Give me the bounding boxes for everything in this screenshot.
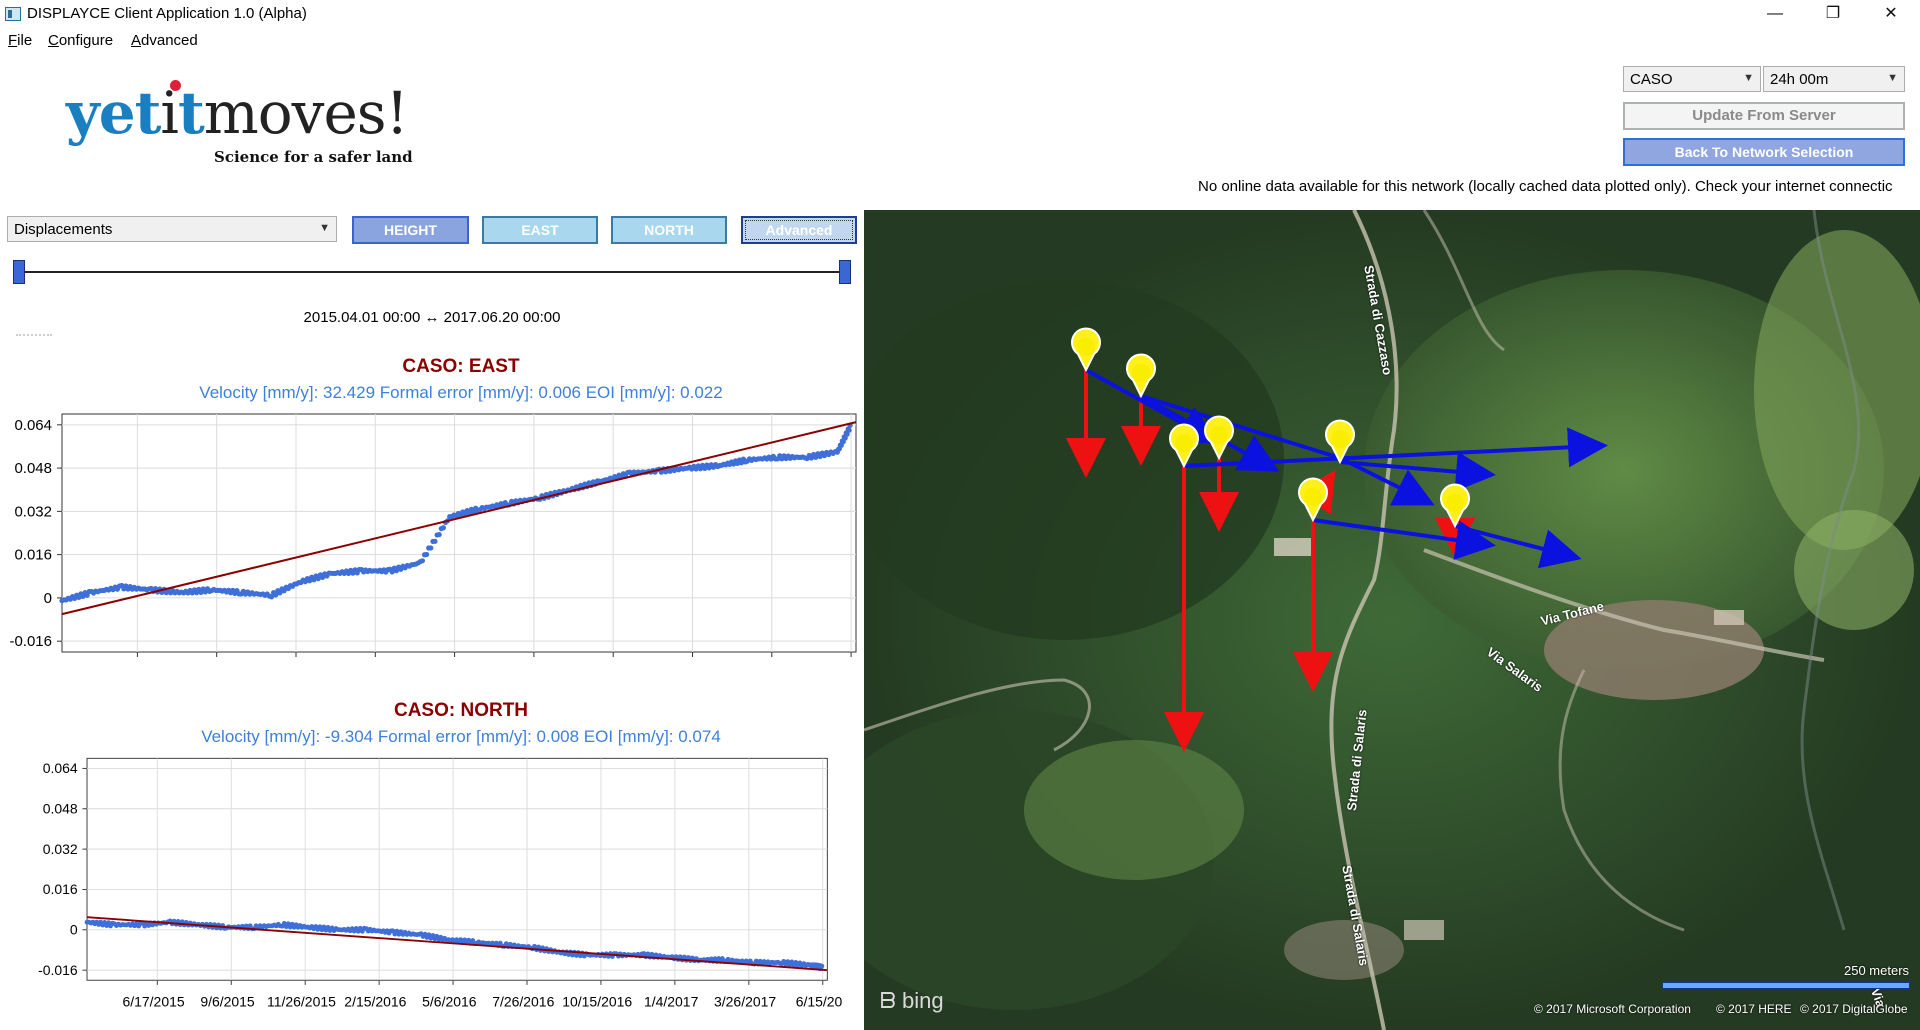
station-select[interactable]: CASO ▼ xyxy=(1623,66,1761,92)
x-tick-label: 10/15/2016 xyxy=(562,993,632,1009)
x-tick-label: 5/6/2016 xyxy=(422,993,477,1009)
logo-tagline: Science for a safer land xyxy=(214,148,413,166)
y-tick-label: 0.016 xyxy=(43,881,78,897)
menu-file-label: ile xyxy=(17,32,33,49)
logo-wordmark: yetitmoves! xyxy=(66,84,409,142)
data-point xyxy=(819,963,825,969)
bing-logo: ᗷ bing xyxy=(880,988,944,1014)
tab-east[interactable]: EAST xyxy=(482,216,598,244)
tab-advanced[interactable]: Advanced xyxy=(741,216,857,244)
scale-bar xyxy=(1662,982,1910,989)
y-tick-label: 0 xyxy=(44,590,52,607)
meadow xyxy=(1024,740,1244,880)
menu-advanced-accel: A xyxy=(131,32,142,49)
x-tick-label: 1/4/2017 xyxy=(644,993,699,1009)
village xyxy=(1284,920,1404,980)
x-tick-label: 7/26/2016 xyxy=(492,993,554,1009)
y-tick-label: 0.064 xyxy=(43,760,78,776)
north-chart-subtitle: Velocity [mm/y]: -9.304 Formal error [mm… xyxy=(201,727,721,746)
title-bar: DISPLAYCE Client Application 1.0 (Alpha)… xyxy=(0,0,1920,28)
window-title: DISPLAYCE Client Application 1.0 (Alpha) xyxy=(27,5,307,22)
period-select-value: 24h 00m xyxy=(1770,71,1829,88)
y-tick-label: 0.064 xyxy=(14,417,52,434)
chevron-down-icon: ▼ xyxy=(1743,72,1754,84)
menu-advanced-label: dvanced xyxy=(141,32,198,49)
y-tick-label: 0.048 xyxy=(14,460,52,477)
view-select[interactable]: Displacements ▼ xyxy=(7,216,337,242)
menu-configure-accel: C xyxy=(48,32,59,49)
x-tick-label: 11/26/2015 xyxy=(267,993,336,1009)
tab-north[interactable]: NORTH xyxy=(611,216,727,244)
maximize-button[interactable]: ❐ xyxy=(1804,0,1862,28)
scale-label: 250 meters xyxy=(1844,963,1910,978)
plot-area xyxy=(86,757,828,981)
logo-part-t: t xyxy=(177,79,205,147)
bing-label: bing xyxy=(902,988,944,1013)
tab-height[interactable]: HEIGHT xyxy=(352,216,469,244)
close-button[interactable]: ✕ xyxy=(1862,0,1920,28)
east-chart: 6/17/20159/6/201511/26/20152/15/20165/6/… xyxy=(9,413,857,657)
copyright-digitalglobe: © 2017 DigitalGlobe xyxy=(1800,1002,1908,1016)
data-point xyxy=(428,545,434,551)
data-point xyxy=(846,427,852,433)
x-tick-label: 2/15/2016 xyxy=(344,993,406,1009)
copyright-here: © 2017 HERE xyxy=(1716,1002,1792,1016)
menu-file[interactable]: File xyxy=(8,32,32,49)
chevron-down-icon: ▼ xyxy=(1887,72,1898,84)
logo-part-yet: yet xyxy=(66,79,161,147)
data-point xyxy=(424,551,430,558)
faint-divider xyxy=(16,334,52,336)
y-tick-label: 0.048 xyxy=(43,800,78,816)
data-point xyxy=(440,525,447,531)
menu-configure-label: onfigure xyxy=(58,32,114,49)
data-point xyxy=(432,538,438,544)
y-tick-label: 0 xyxy=(70,921,78,937)
building xyxy=(1274,538,1314,556)
menu-bar: File Configure Advanced xyxy=(0,28,1920,52)
map-canvas[interactable] xyxy=(864,210,1920,1030)
view-select-value: Displacements xyxy=(14,221,113,238)
x-tick-label: 9/6/2015 xyxy=(200,993,255,1009)
update-from-server-button[interactable]: Update From Server xyxy=(1623,102,1905,130)
yetitmoves-logo: yetitmoves! Science for a safer land xyxy=(66,80,426,174)
data-point xyxy=(419,558,426,564)
y-tick-label: -0.016 xyxy=(9,633,52,650)
date-range-label: 2015.04.01 00:00 ↔ 2017.06.20 00:00 xyxy=(303,309,561,326)
menu-file-accel: F xyxy=(8,32,18,49)
station-select-value: CASO xyxy=(1630,71,1673,88)
menu-advanced[interactable]: Advanced xyxy=(131,32,198,49)
y-tick-label: 0.032 xyxy=(43,841,78,857)
east-chart-subtitle: Velocity [mm/y]: 32.429 Formal error [mm… xyxy=(199,383,723,402)
building xyxy=(1714,610,1744,625)
building xyxy=(1404,920,1444,940)
date-range-end-handle[interactable] xyxy=(839,260,851,284)
copyright-microsoft: © 2017 Microsoft Corporation xyxy=(1534,1002,1691,1016)
chevron-down-icon: ▼ xyxy=(319,222,330,234)
y-tick-label: 0.016 xyxy=(14,547,52,564)
period-select[interactable]: 24h 00m ▼ xyxy=(1763,66,1905,92)
status-message: No online data available for this networ… xyxy=(1198,178,1893,195)
date-range-slider-track[interactable] xyxy=(19,271,845,273)
north-chart: 6/17/2015 9/6/2015 11/26/2015 2/15/2016 5/6/… xyxy=(38,757,843,1009)
menu-configure[interactable]: Configure xyxy=(48,32,113,49)
y-tick-label: -0.016 xyxy=(38,962,78,978)
date-range-start-handle[interactable] xyxy=(13,260,25,284)
bright-field xyxy=(1794,510,1914,630)
back-to-network-button[interactable]: Back To Network Selection xyxy=(1623,138,1905,166)
logo-part-moves: moves! xyxy=(203,79,409,147)
y-tick-label: 0.032 xyxy=(14,503,52,520)
satellite-map[interactable]: Strada di Cazzaso Via Tofane Via Salaris… xyxy=(864,210,1920,1030)
app-window: DISPLAYCE Client Application 1.0 (Alpha)… xyxy=(0,0,1920,1030)
app-icon xyxy=(5,7,21,21)
minimize-button[interactable]: — xyxy=(1746,0,1804,28)
x-tick-label: 6/17/2015 xyxy=(122,993,184,1009)
x-tick-label: 3/26/2017 xyxy=(714,993,776,1009)
plot-area xyxy=(61,413,857,653)
x-tick-label: 6/15/20 xyxy=(796,993,843,1009)
bing-icon: ᗷ xyxy=(880,988,896,1013)
logo-red-dot xyxy=(170,80,181,91)
north-chart-title: CASO: NORTH xyxy=(393,700,529,721)
data-point xyxy=(436,531,442,538)
east-chart-title: CASO: EAST xyxy=(402,356,520,377)
